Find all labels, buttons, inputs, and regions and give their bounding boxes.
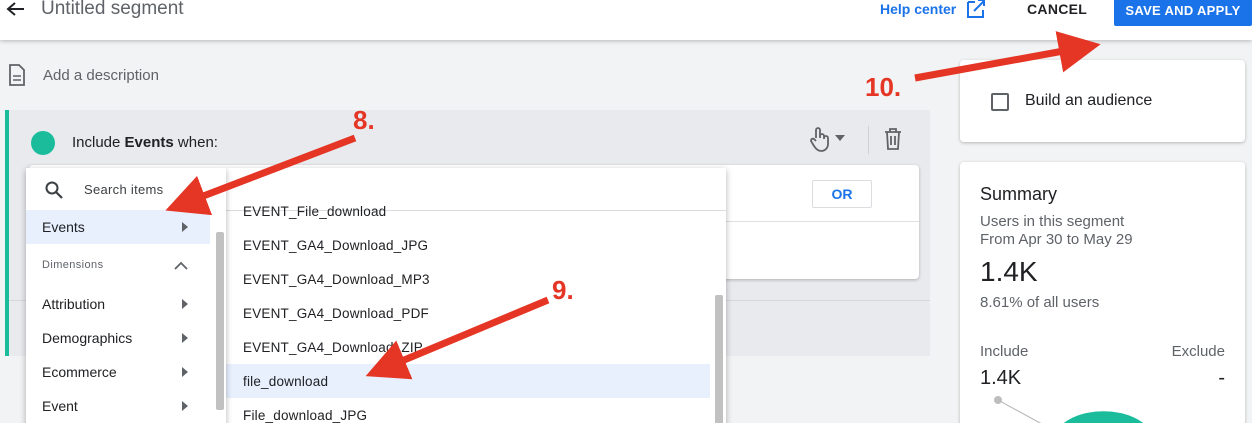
build-audience-label[interactable]: Build an audience: [1025, 92, 1152, 110]
or-button[interactable]: OR: [812, 180, 872, 208]
build-audience-checkbox[interactable]: [991, 93, 1009, 111]
summary-percent: 8.61% of all users: [980, 294, 1100, 311]
save-and-apply-button[interactable]: SAVE AND APPLY: [1114, 0, 1252, 26]
list-item[interactable]: EVENT_GA4_Download_MP3: [226, 262, 710, 296]
caret-down-icon[interactable]: [835, 135, 845, 141]
annotation-step-9: 9.: [552, 275, 574, 305]
list-item-selected[interactable]: file_download: [226, 364, 710, 398]
menu-item-ecommerce[interactable]: Ecommerce: [26, 355, 210, 389]
list-item[interactable]: File_download_JPG: [226, 398, 710, 423]
section-label-dimensions: Dimensions: [42, 259, 104, 271]
include-label: Include: [980, 343, 1029, 360]
summary-subtitle: Users in this segment: [980, 213, 1125, 230]
menu-item-label: Demographics: [42, 330, 133, 346]
summary-date-range: From Apr 30 to May 29: [980, 231, 1133, 248]
condition-prefix: Include: [72, 134, 121, 151]
toolbar-divider: [868, 126, 869, 154]
open-external-icon[interactable]: [964, 0, 986, 20]
menu-item-label: Ecommerce: [42, 364, 117, 380]
search-icon: [45, 181, 63, 199]
summary-card: Summary Users in this segment From Apr 3…: [960, 162, 1245, 423]
list-item[interactable]: EVENT_GA4_Download_JPG: [226, 228, 710, 262]
list-item[interactable]: EVENT_GA4_Download_ZIP: [226, 330, 710, 364]
list-item[interactable]: EVENT_File_download: [226, 194, 710, 228]
annotation-step-10: 10.: [865, 72, 902, 102]
document-icon: [9, 64, 25, 86]
segment-title[interactable]: Untitled segment: [41, 0, 184, 20]
menu-item-attribution[interactable]: Attribution: [26, 287, 210, 321]
menu-item-demographics[interactable]: Demographics: [26, 321, 210, 355]
menu-item-event[interactable]: Event: [26, 389, 210, 423]
exclude-value: -: [1218, 367, 1225, 389]
description-field[interactable]: Add a description: [43, 67, 159, 84]
menu-item-label: Event: [42, 398, 78, 414]
audience-card: Build an audience: [960, 60, 1245, 142]
back-arrow-icon[interactable]: [4, 0, 26, 20]
help-center-link[interactable]: Help center: [880, 1, 956, 17]
menu-item-label: Attribution: [42, 296, 106, 312]
summary-donut-chart: [994, 396, 1144, 423]
annotation-step-8: 8.: [353, 105, 375, 135]
cancel-button[interactable]: CANCEL: [1027, 1, 1087, 17]
chevron-right-icon: [182, 222, 188, 232]
summary-user-count: 1.4K: [980, 256, 1038, 287]
category-menu: Events Dimensions Attribution Demographi…: [26, 168, 226, 423]
trash-icon[interactable]: [884, 128, 902, 150]
top-bar: Untitled segment Help center CANCEL SAVE…: [0, 0, 1252, 40]
chevron-right-icon: [182, 299, 188, 309]
chevron-up-icon[interactable]: [174, 261, 188, 270]
condition-heading: Include Events when:: [72, 134, 218, 151]
menu-item-label: Events: [42, 219, 85, 235]
touch-icon[interactable]: [807, 126, 831, 152]
chevron-right-icon: [182, 401, 188, 411]
item-list-scrollbar[interactable]: [715, 295, 723, 423]
include-value: 1.4K: [980, 367, 1022, 389]
condition-suffix: when:: [177, 134, 218, 151]
condition-color-dot: [31, 131, 55, 155]
summary-title: Summary: [980, 184, 1058, 204]
list-item[interactable]: EVENT_GA4_Download_PDF: [226, 296, 710, 330]
exclude-label: Exclude: [1171, 343, 1225, 360]
chevron-right-icon: [182, 367, 188, 377]
condition-scope[interactable]: Events: [125, 134, 174, 151]
search-items-input[interactable]: [84, 178, 224, 200]
category-scrollbar[interactable]: [216, 232, 224, 410]
menu-item-events[interactable]: Events: [26, 210, 210, 244]
chevron-right-icon: [182, 333, 188, 343]
item-list: EVENT_File_download EVENT_GA4_Download_J…: [226, 168, 726, 423]
